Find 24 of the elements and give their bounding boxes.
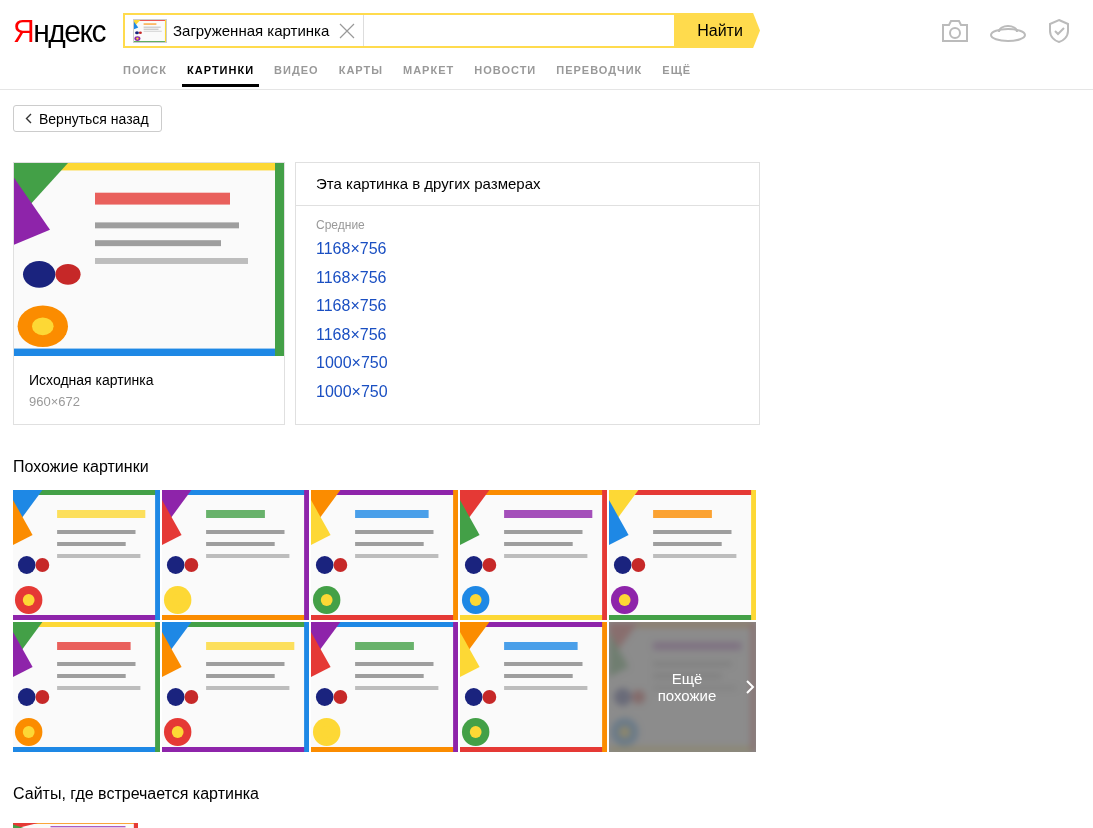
size-link[interactable]: 1168×756 [316,292,387,321]
size-link[interactable]: 1168×756 [316,320,387,349]
image-card[interactable]: Исходная картинка 960×672 [13,162,285,425]
back-button[interactable]: Вернуться назад [13,105,162,132]
camera-icon[interactable] [941,18,969,43]
size-link[interactable]: 1000×750 [316,377,388,406]
shield-icon[interactable] [1047,17,1071,44]
size-link[interactable]: 1168×756 [316,263,387,292]
section-title: Сайты, где встречается картинка [13,785,260,803]
section-title: Похожие картинки [13,458,150,476]
more-button[interactable]: Ещё похожие [609,622,756,752]
size-link[interactable]: 1000×750 [316,349,388,378]
search-button[interactable]: Найти [674,13,760,48]
logo[interactable]: Яндекс [13,12,123,49]
chevron-right-icon [745,679,755,695]
chevron-left-icon [25,113,32,124]
image-title: Исходная картинка [29,372,155,388]
group-label: Средние [316,218,366,232]
search-field[interactable]: Загруженная картинка [123,13,674,48]
panel-title: Эта картинка в других размерах [296,163,759,206]
close-icon[interactable] [339,22,356,39]
nav-tab[interactable]: КАРТИНКИ [182,62,260,87]
size-link[interactable]: 1168×756 [316,235,387,264]
image-size: 960×672 [29,394,81,409]
